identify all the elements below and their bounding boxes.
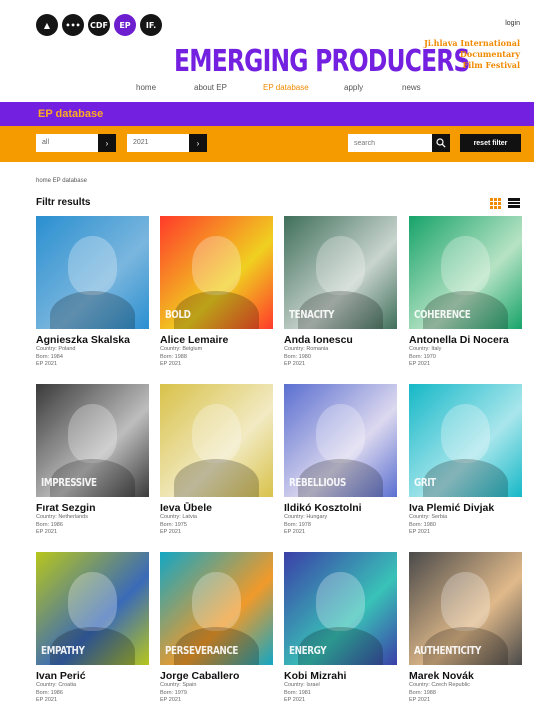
photo-caption: IMPRESSIVE <box>41 476 97 489</box>
producer-photo[interactable]: COHERENCE <box>409 216 522 329</box>
producer-country: Country: Czech Republic <box>409 682 470 688</box>
producer-name[interactable]: Alice Lemaire <box>160 334 273 346</box>
producer-card[interactable]: IMPRESSIVE Fırat Sezgin Country: Netherl… <box>36 384 149 537</box>
producer-born: Born: 1984 <box>36 353 63 360</box>
producer-name[interactable]: Agnieszka Skalska <box>36 334 149 346</box>
producer-country: Country: Poland <box>36 346 76 352</box>
producer-country: Country: Spain <box>160 682 197 688</box>
producer-photo[interactable] <box>160 384 273 497</box>
producer-name[interactable]: Ieva Ūbele <box>160 502 273 514</box>
producer-born: Born: 1979 <box>160 689 187 696</box>
producer-ep-year: EP 2021 <box>284 529 306 535</box>
producer-country: Country: Latvia <box>160 514 197 520</box>
producer-photo[interactable]: PERSEVERANCE <box>160 552 273 665</box>
producer-country: Country: Belgium <box>160 346 203 352</box>
producer-card[interactable]: COHERENCE Antonella Di Nocera Country: I… <box>409 216 522 369</box>
producer-card[interactable]: REBELLIOUS Ildikó Kosztolni Country: Hun… <box>284 384 397 537</box>
photo-caption: GRIT <box>414 476 436 489</box>
producer-name[interactable]: Fırat Sezgin <box>36 502 149 514</box>
producer-born: Born: 1975 <box>160 521 187 528</box>
producer-born: Born: 1988 <box>409 689 436 696</box>
producer-grid: Agnieszka Skalska Country: Poland Born: … <box>0 0 534 706</box>
producer-country: Country: Romania <box>284 346 329 352</box>
producer-photo[interactable]: TENACITY <box>284 216 397 329</box>
producer-card[interactable]: BOLD Alice Lemaire Country: Belgium Born… <box>160 216 273 369</box>
producer-born: Born: 1980 <box>409 521 436 528</box>
producer-ep-year: EP 2021 <box>36 361 58 367</box>
photo-caption: AUTHENTICITY <box>414 644 482 657</box>
photo-caption: REBELLIOUS <box>289 476 346 489</box>
producer-country: Country: Israel <box>284 682 320 688</box>
producer-name[interactable]: Jorge Caballero <box>160 670 273 682</box>
producer-name[interactable]: Antonella Di Nocera <box>409 334 522 346</box>
producer-photo[interactable] <box>36 216 149 329</box>
photo-caption: ENERGY <box>289 644 327 657</box>
producer-ep-year: EP 2021 <box>409 697 431 703</box>
producer-name[interactable]: Ivan Perić <box>36 670 149 682</box>
producer-country: Country: Serbia <box>409 514 448 520</box>
producer-photo[interactable]: BOLD <box>160 216 273 329</box>
producer-photo[interactable]: GRIT <box>409 384 522 497</box>
producer-photo[interactable]: AUTHENTICITY <box>409 552 522 665</box>
producer-name[interactable]: Marek Novák <box>409 670 522 682</box>
producer-born: Born: 1978 <box>284 521 311 528</box>
producer-card[interactable]: PERSEVERANCE Jorge Caballero Country: Sp… <box>160 552 273 705</box>
producer-born: Born: 1981 <box>284 689 311 696</box>
photo-caption: PERSEVERANCE <box>165 644 239 657</box>
producer-photo[interactable]: IMPRESSIVE <box>36 384 149 497</box>
producer-born: Born: 1986 <box>36 521 63 528</box>
producer-photo[interactable]: ENERGY <box>284 552 397 665</box>
producer-country: Country: Croatia <box>36 682 77 688</box>
producer-country: Country: Netherlands <box>36 514 88 520</box>
producer-country: Country: Hungary <box>284 514 328 520</box>
producer-name[interactable]: Iva Plemić Divjak <box>409 502 522 514</box>
producer-card[interactable]: AUTHENTICITY Marek Novák Country: Czech … <box>409 552 522 705</box>
producer-born: Born: 1980 <box>284 353 311 360</box>
producer-born: Born: 1970 <box>409 353 436 360</box>
producer-card[interactable]: Ieva Ūbele Country: Latvia Born: 1975 EP… <box>160 384 273 537</box>
producer-ep-year: EP 2021 <box>36 529 58 535</box>
producer-card[interactable]: TENACITY Anda Ionescu Country: Romania B… <box>284 216 397 369</box>
photo-caption: TENACITY <box>289 308 335 321</box>
producer-ep-year: EP 2021 <box>284 361 306 367</box>
producer-photo[interactable]: EMPATHY <box>36 552 149 665</box>
producer-card[interactable]: GRIT Iva Plemić Divjak Country: Serbia B… <box>409 384 522 537</box>
producer-card[interactable]: EMPATHY Ivan Perić Country: Croatia Born… <box>36 552 149 705</box>
producer-born: Born: 1986 <box>36 689 63 696</box>
producer-name[interactable]: Ildikó Kosztolni <box>284 502 397 514</box>
producer-born: Born: 1988 <box>160 353 187 360</box>
photo-caption: BOLD <box>165 308 191 321</box>
producer-card[interactable]: ENERGY Kobi Mizrahi Country: Israel Born… <box>284 552 397 705</box>
producer-ep-year: EP 2021 <box>284 697 306 703</box>
producer-name[interactable]: Anda Ionescu <box>284 334 397 346</box>
producer-ep-year: EP 2021 <box>409 529 431 535</box>
producer-ep-year: EP 2021 <box>409 361 431 367</box>
producer-ep-year: EP 2021 <box>160 361 182 367</box>
producer-country: Country: Italy <box>409 346 442 352</box>
photo-caption: EMPATHY <box>41 644 85 657</box>
producer-ep-year: EP 2021 <box>160 697 182 703</box>
producer-ep-year: EP 2021 <box>160 529 182 535</box>
producer-card[interactable]: Agnieszka Skalska Country: Poland Born: … <box>36 216 149 369</box>
producer-ep-year: EP 2021 <box>36 697 58 703</box>
producer-photo[interactable]: REBELLIOUS <box>284 384 397 497</box>
producer-name[interactable]: Kobi Mizrahi <box>284 670 397 682</box>
photo-caption: COHERENCE <box>414 308 471 321</box>
